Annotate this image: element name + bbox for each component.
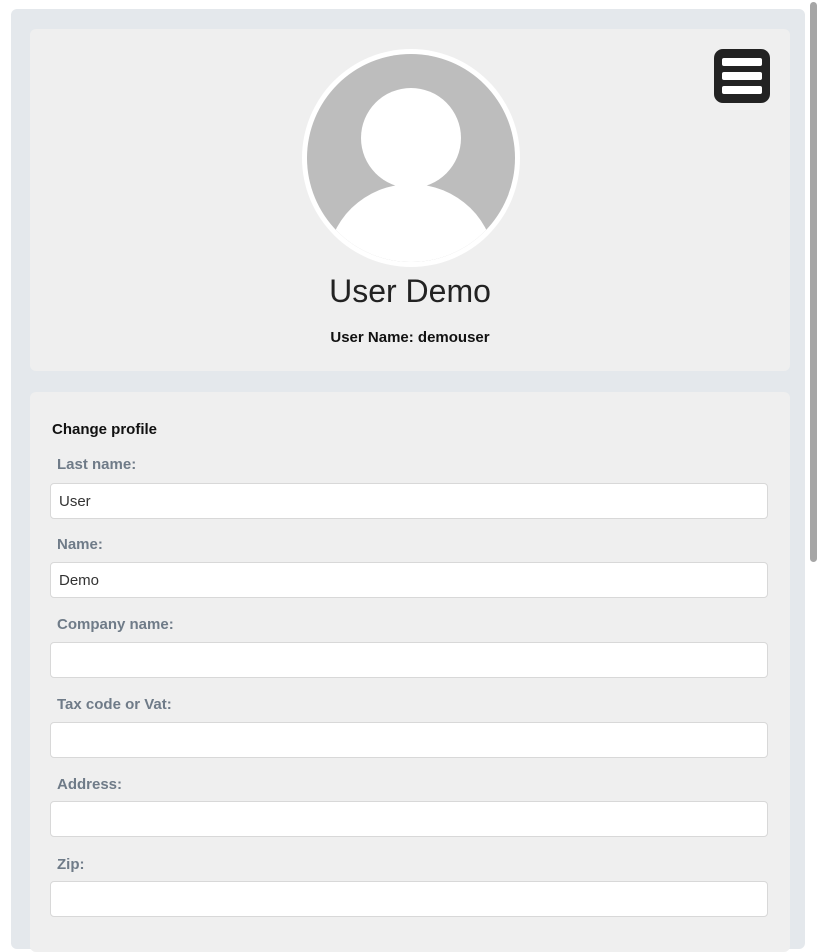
menu-bar <box>722 86 762 94</box>
company-name-label: Company name: <box>57 616 174 633</box>
profile-card: User Demo User Name: demouser <box>30 29 790 371</box>
last-name-label: Last name: <box>57 456 137 473</box>
zip-label: Zip: <box>57 856 85 873</box>
tax-code-input[interactable] <box>50 722 768 758</box>
address-input[interactable] <box>50 801 768 837</box>
change-profile-form: Change profile Last name: Name: Company … <box>30 392 790 952</box>
hamburger-menu-icon[interactable] <box>714 49 770 103</box>
profile-username: User Name: demouser <box>330 329 490 346</box>
menu-bar <box>722 58 762 66</box>
tax-code-label: Tax code or Vat: <box>57 696 172 713</box>
profile-full-name: User Demo <box>329 273 491 309</box>
menu-bar <box>722 72 762 80</box>
company-name-input[interactable] <box>50 642 768 678</box>
address-label: Address: <box>57 776 123 793</box>
scrollbar-thumb[interactable] <box>810 2 817 562</box>
zip-input[interactable] <box>50 881 768 917</box>
scrollbar-track[interactable] <box>805 0 819 932</box>
form-title: Change profile <box>52 421 158 438</box>
last-name-input[interactable] <box>50 483 768 519</box>
name-input[interactable] <box>50 562 768 598</box>
name-label: Name: <box>57 536 103 553</box>
avatar <box>302 49 520 267</box>
user-silhouette-icon <box>307 54 515 262</box>
